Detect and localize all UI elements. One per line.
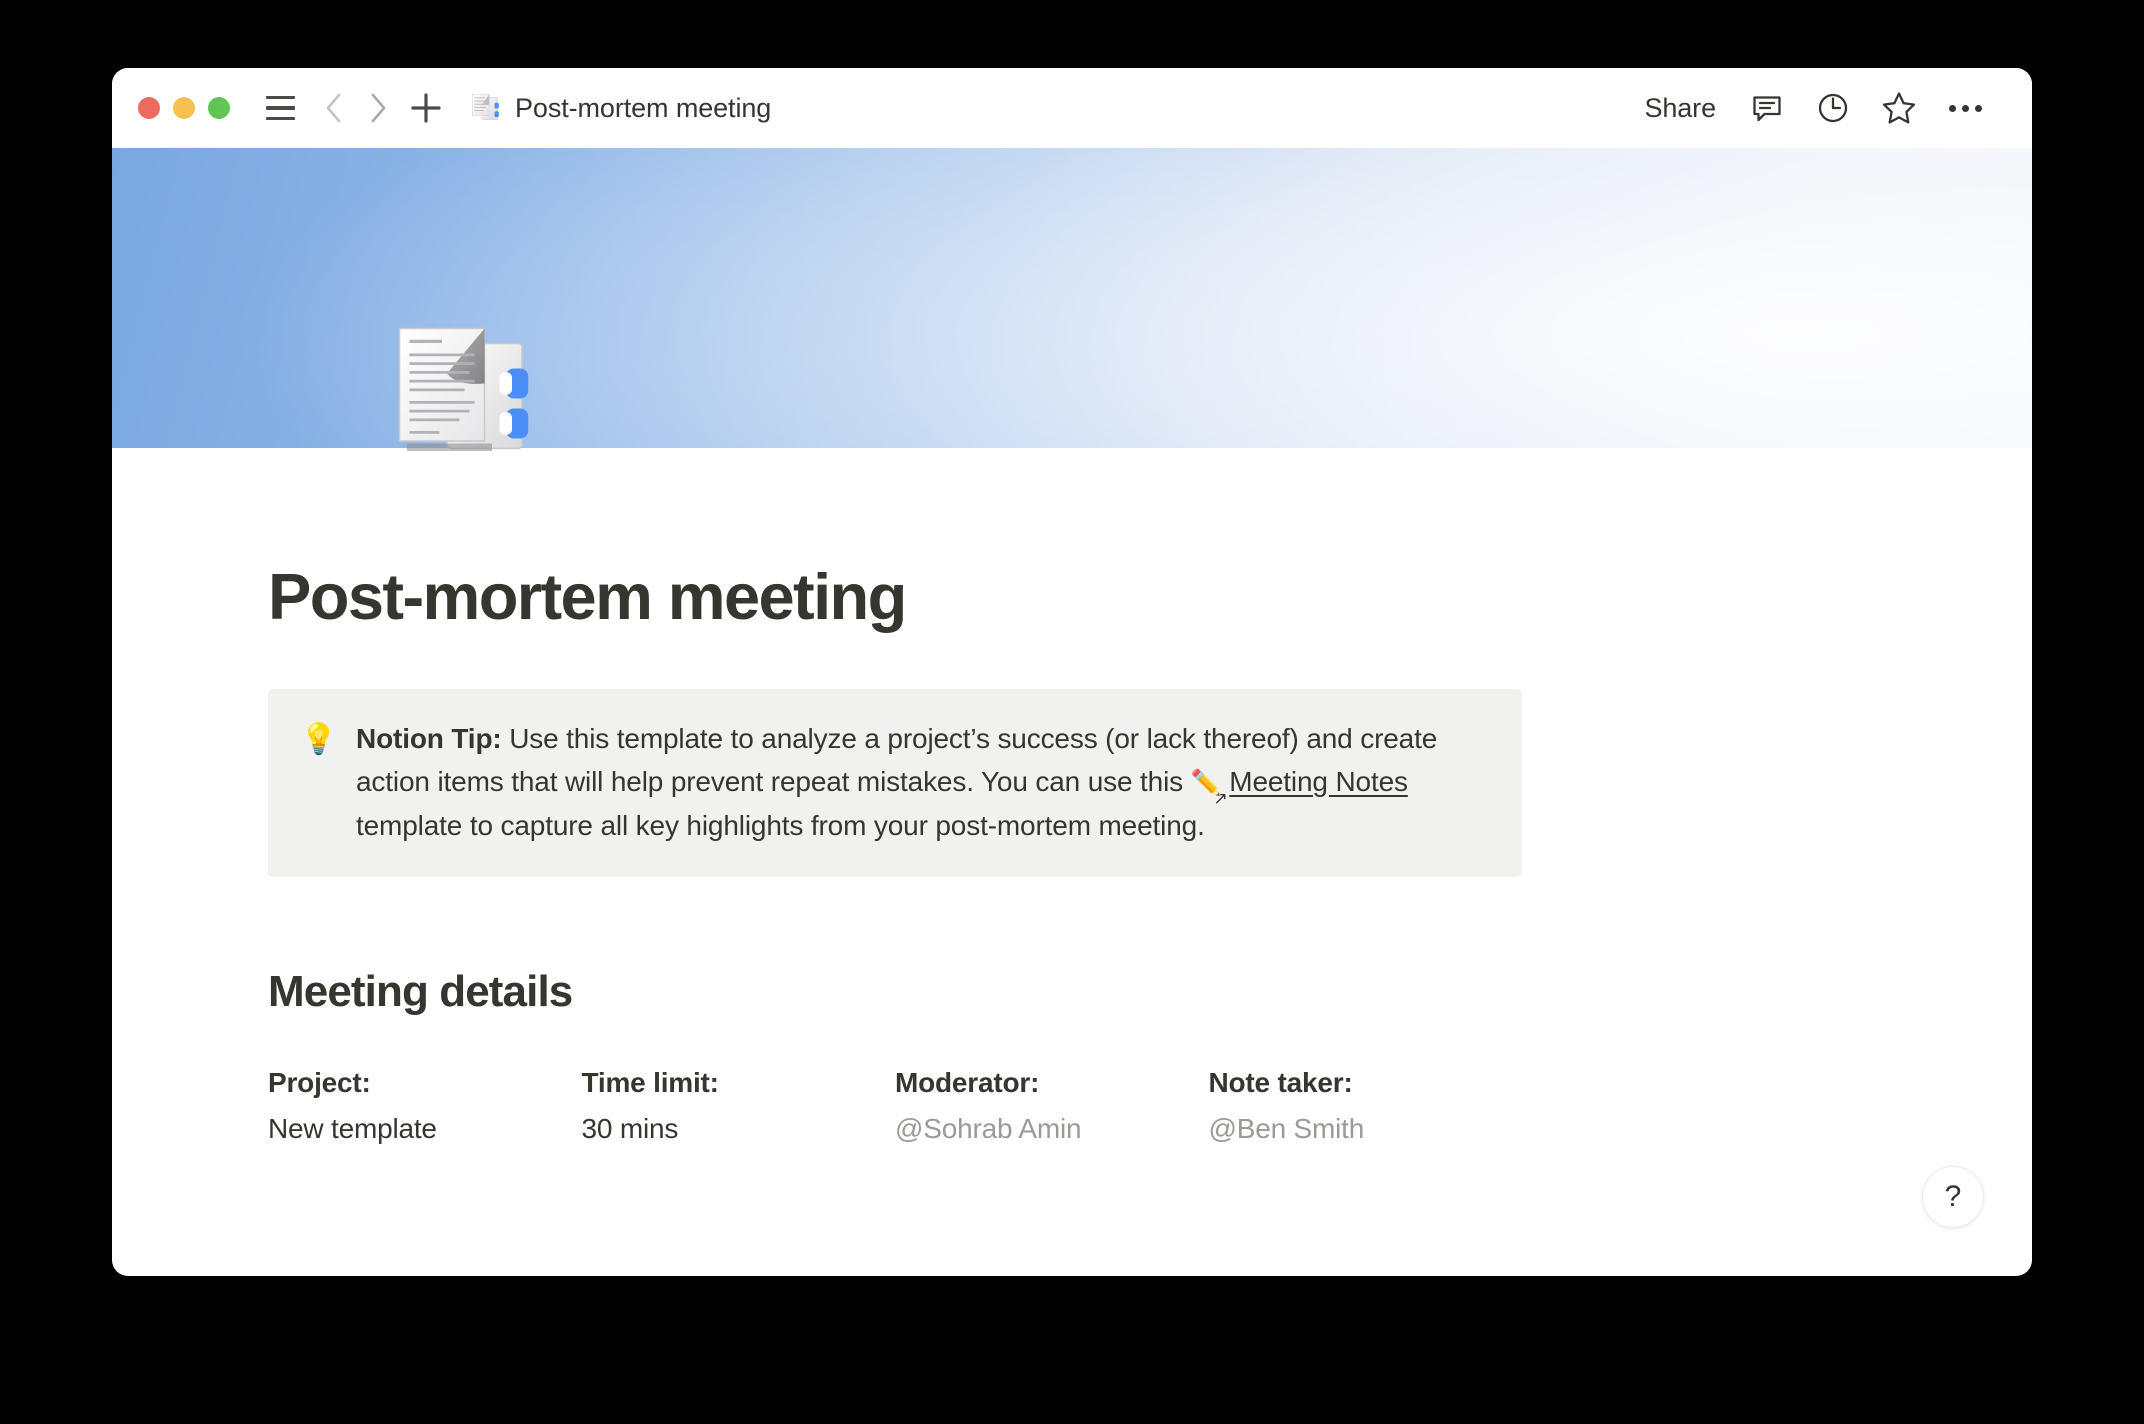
link-arrow-icon: ↗ xyxy=(1213,788,1228,808)
chevron-right-icon[interactable] xyxy=(356,86,400,130)
plus-glyph xyxy=(411,93,441,123)
detail-value-time-limit[interactable]: 30 mins xyxy=(582,1113,866,1145)
hamburger-lines xyxy=(265,95,295,121)
detail-value-note-taker[interactable]: @Ben Smith xyxy=(1209,1113,1493,1145)
chevron-right-glyph xyxy=(371,93,386,123)
chevron-left-glyph xyxy=(326,93,341,123)
detail-label-project: Project: xyxy=(268,1066,371,1098)
titlebar-actions: Share xyxy=(1626,82,1998,134)
content-column: Post-mortem meeting 💡 Notion Tip: Use th… xyxy=(268,448,1522,1145)
page-icon-pages-document[interactable] xyxy=(382,311,542,471)
star-icon[interactable] xyxy=(1866,82,1932,134)
ellipsis-icon[interactable] xyxy=(1932,82,1998,134)
detail-label-time-limit: Time limit: xyxy=(581,1066,720,1098)
window-controls xyxy=(138,97,230,119)
maximize-window-button[interactable] xyxy=(208,97,230,119)
detail-column-note-taker: Note taker: @Ben Smith xyxy=(1209,1067,1523,1145)
share-button[interactable]: Share xyxy=(1626,85,1734,132)
meeting-details-heading[interactable]: Meeting details xyxy=(268,967,1522,1017)
callout-block[interactable]: 💡 Notion Tip: Use this template to analy… xyxy=(268,688,1522,877)
pages-document-icon xyxy=(472,93,499,120)
meeting-details-columns: Project: New template Time limit: 30 min… xyxy=(268,1067,1522,1145)
comment-bubble-glyph xyxy=(1753,96,1781,122)
detail-column-time-limit: Time limit: 30 mins xyxy=(582,1067,896,1145)
hamburger-menu-icon[interactable] xyxy=(258,86,302,130)
detail-column-project: Project: New template xyxy=(268,1067,582,1145)
ellipsis-dots xyxy=(1948,104,1982,112)
detail-value-moderator[interactable]: @Sohrab Amin xyxy=(895,1113,1179,1145)
callout-text: Notion Tip: Use this template to analyze… xyxy=(356,717,1488,847)
comment-bubble-icon[interactable] xyxy=(1734,82,1800,134)
breadcrumb[interactable]: Post-mortem meeting xyxy=(468,91,771,125)
page-content: Post-mortem meeting 💡 Notion Tip: Use th… xyxy=(112,448,2032,1145)
title-bar: Post-mortem meeting Share xyxy=(112,68,2032,148)
callout-body-part-2: template to capture all key highlights f… xyxy=(356,809,1205,841)
light-bulb-emoji: 💡 xyxy=(300,722,338,756)
callout-lead-bold: Notion Tip: xyxy=(356,722,502,754)
close-window-button[interactable] xyxy=(138,97,160,119)
meeting-notes-link[interactable]: Meeting Notes xyxy=(1229,766,1408,797)
pencil-emoji: ✏️ ↗ xyxy=(1191,764,1228,807)
notion-app-window: Post-mortem meeting Share Post-mortem me… xyxy=(112,68,2032,1276)
page-title[interactable]: Post-mortem meeting xyxy=(268,560,1522,635)
clock-history-icon[interactable] xyxy=(1800,82,1866,134)
detail-label-moderator: Moderator: xyxy=(895,1066,1040,1098)
detail-value-project[interactable]: New template xyxy=(268,1113,552,1145)
breadcrumb-title: Post-mortem meeting xyxy=(515,92,772,123)
detail-column-moderator: Moderator: @Sohrab Amin xyxy=(895,1067,1209,1145)
chevron-left-icon[interactable] xyxy=(312,86,356,130)
star-glyph xyxy=(1882,92,1916,124)
plus-icon[interactable] xyxy=(404,86,448,130)
minimize-window-button[interactable] xyxy=(173,97,195,119)
clock-history-glyph xyxy=(1818,93,1848,123)
detail-label-note-taker: Note taker: xyxy=(1208,1066,1353,1098)
help-button[interactable]: ? xyxy=(1922,1166,1984,1228)
